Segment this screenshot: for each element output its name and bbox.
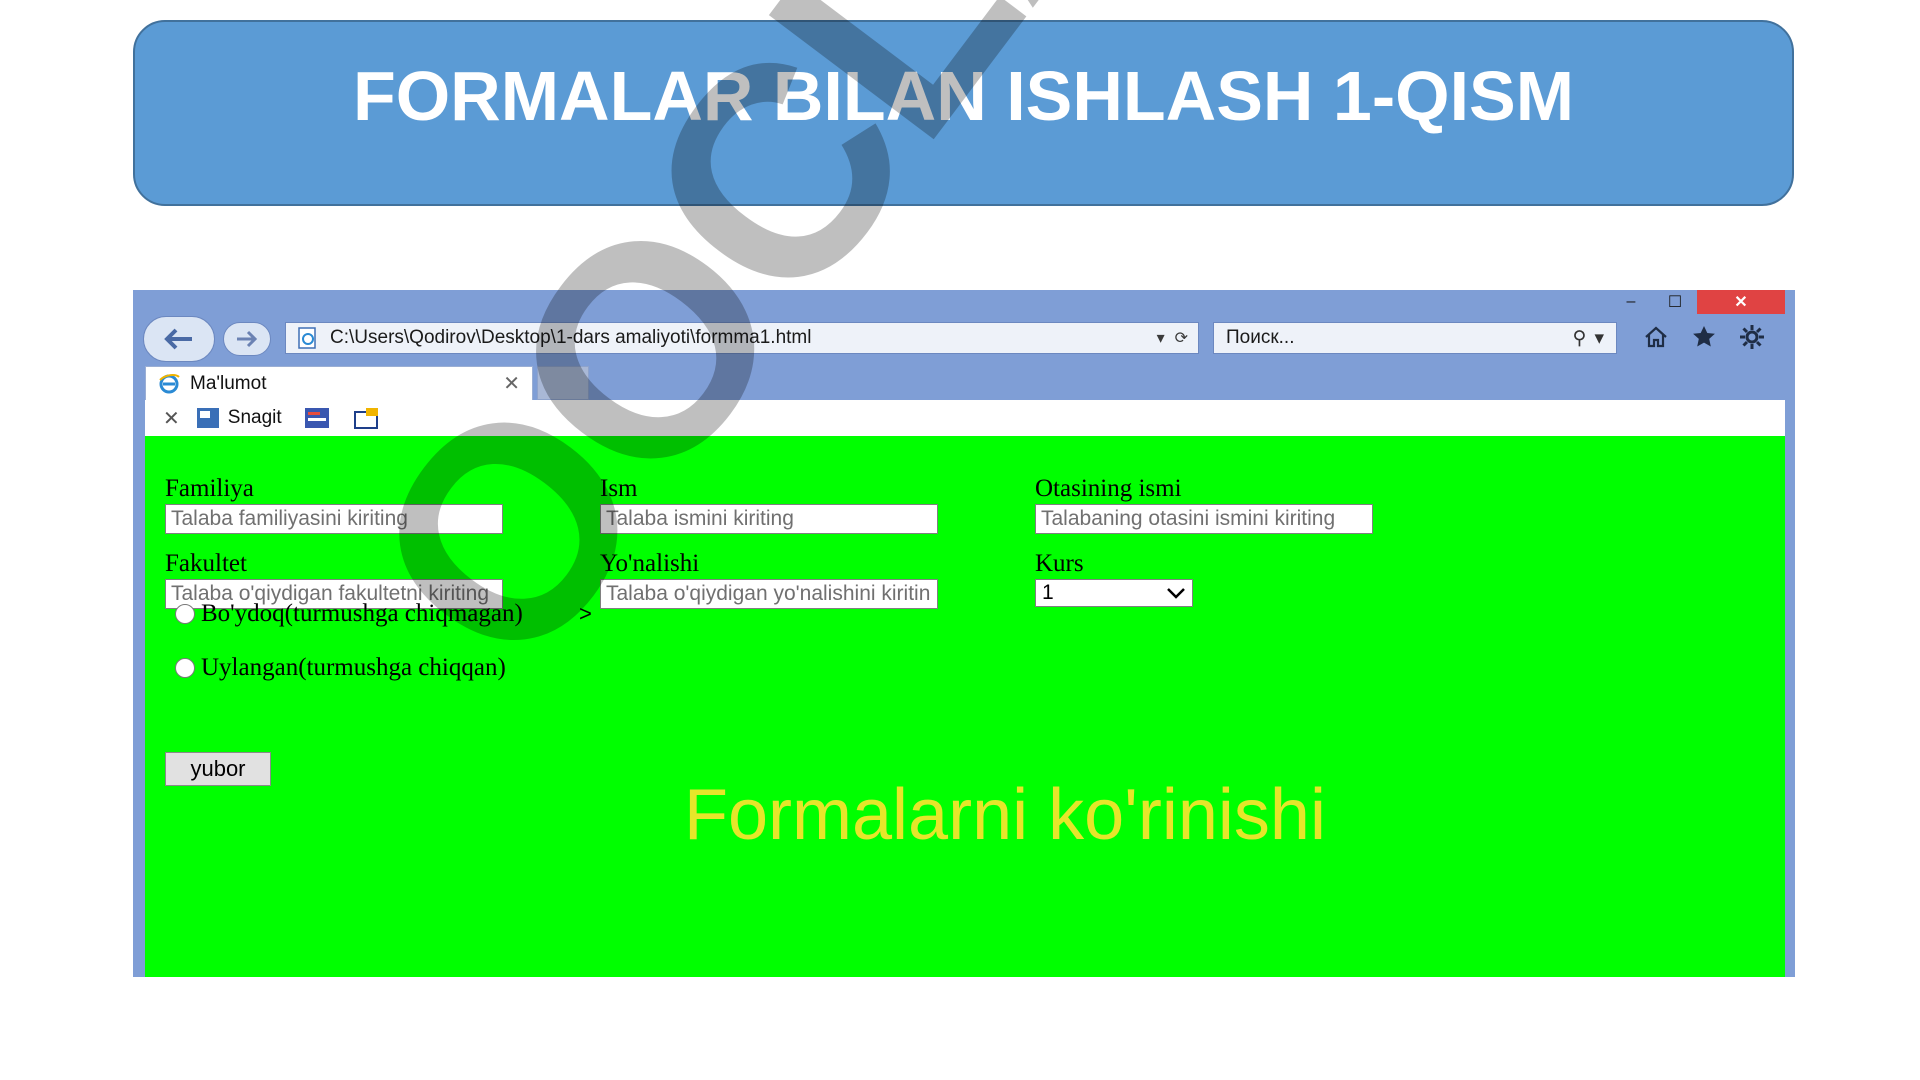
- snagit-button[interactable]: Snagit: [196, 407, 282, 429]
- browser-toolbar: [1641, 322, 1767, 352]
- minimize-button[interactable]: –: [1609, 290, 1653, 314]
- otasining-ismi-input[interactable]: Talabaning otasini ismini kiriting: [1035, 504, 1373, 534]
- yonalishi-label: Yo'nalishi: [600, 550, 700, 577]
- radio-button[interactable]: [175, 604, 195, 624]
- kurs-select[interactable]: 1: [1035, 579, 1193, 607]
- familiya-field-group: Familiya Talaba familiyasini kiriting: [165, 476, 503, 534]
- forward-arrow-icon: [237, 330, 258, 348]
- otasining-ismi-field-group: Otasining ismi Talabaning otasini ismini…: [1035, 476, 1373, 534]
- radio-option-uylangan[interactable]: Uylangan(turmushga chiqqan): [175, 654, 506, 682]
- window-controls: – ☐ ✕: [1609, 290, 1785, 314]
- search-box[interactable]: Поиск... ⚲ ▾: [1213, 322, 1617, 354]
- snagit-label: Snagit: [227, 407, 282, 428]
- favorites-star-icon[interactable]: [1689, 322, 1719, 352]
- search-input[interactable]: Поиск...: [1214, 327, 1573, 349]
- otasining-ismi-label: Otasining ismi: [1035, 475, 1182, 502]
- yonalishi-field-group: Yo'nalishi Talaba o'qiydigan yo'nalishin…: [600, 551, 938, 609]
- kurs-selected-value: 1: [1042, 581, 1054, 604]
- back-button[interactable]: [143, 316, 215, 362]
- ism-field-group: Ism Talaba ismini kiriting: [600, 476, 938, 534]
- navigation-bar: C:\Users\Qodirov\Desktop\1-dars amaliyot…: [143, 316, 1785, 362]
- forward-button[interactable]: [223, 322, 271, 356]
- gear-icon[interactable]: [1737, 322, 1767, 352]
- yonalishi-input[interactable]: Talaba o'qiydigan yo'nalishini kiritin: [600, 579, 938, 609]
- tab-label: Ma'lumot: [190, 372, 267, 394]
- refresh-icon[interactable]: ⟳: [1175, 328, 1188, 348]
- kurs-field-group: Kurs 1: [1035, 551, 1193, 607]
- radio-label: Bo'ydoq(turmushga chiqmagan): [201, 600, 523, 627]
- ism-input[interactable]: Talaba ismini kiriting: [600, 504, 938, 534]
- home-icon[interactable]: [1641, 322, 1671, 352]
- page-content: Familiya Talaba familiyasini kiriting Is…: [145, 436, 1785, 977]
- back-arrow-icon: [164, 328, 192, 350]
- capture-window-icon[interactable]: [352, 406, 382, 430]
- radio-option-boydoq[interactable]: Bo'ydoq(turmushga chiqmagan): [175, 600, 523, 628]
- capture-region-icon[interactable]: [302, 406, 332, 430]
- command-bar: ✕ Snagit: [145, 400, 1785, 437]
- title-banner: FORMALAR BILAN ISHLASH 1-QISM: [133, 20, 1794, 206]
- page-heading: Formalarni ko'rinishi: [684, 775, 1326, 855]
- stray-character: >: [579, 601, 592, 626]
- browser-window: – ☐ ✕ C:\Users\Qodirov\Desktop\1-dars am…: [133, 290, 1795, 977]
- familiya-label: Familiya: [165, 475, 254, 502]
- close-button[interactable]: ✕: [1697, 290, 1785, 314]
- address-text: C:\Users\Qodirov\Desktop\1-dars amaliyot…: [330, 327, 812, 348]
- dropdown-arrow-icon[interactable]: ▾: [1157, 328, 1165, 348]
- familiya-input[interactable]: Talaba familiyasini kiriting: [165, 504, 503, 534]
- close-toolbar-icon[interactable]: ✕: [163, 406, 180, 431]
- page-icon: [294, 324, 322, 352]
- ism-label: Ism: [600, 475, 638, 502]
- snagit-icon: [196, 408, 219, 428]
- slide-title: FORMALAR BILAN ISHLASH 1-QISM: [352, 57, 1575, 135]
- tab-strip: Ma'lumot ✕: [145, 366, 1785, 400]
- tab-close-icon[interactable]: ✕: [503, 371, 520, 396]
- address-bar[interactable]: C:\Users\Qodirov\Desktop\1-dars amaliyot…: [285, 322, 1199, 354]
- fakultet-label: Fakultet: [165, 550, 247, 577]
- maximize-button[interactable]: ☐: [1653, 290, 1697, 314]
- tab-malumot[interactable]: Ma'lumot ✕: [145, 366, 533, 400]
- radio-button[interactable]: [175, 658, 195, 678]
- kurs-label: Kurs: [1035, 550, 1084, 577]
- search-dropdown-icon[interactable]: ▾: [1594, 327, 1604, 350]
- new-tab-button[interactable]: [537, 366, 589, 400]
- search-icon[interactable]: ⚲: [1573, 327, 1587, 350]
- ie-logo-icon: [156, 371, 182, 397]
- chevron-down-icon: [1167, 588, 1185, 599]
- radio-label: Uylangan(turmushga chiqqan): [201, 654, 506, 681]
